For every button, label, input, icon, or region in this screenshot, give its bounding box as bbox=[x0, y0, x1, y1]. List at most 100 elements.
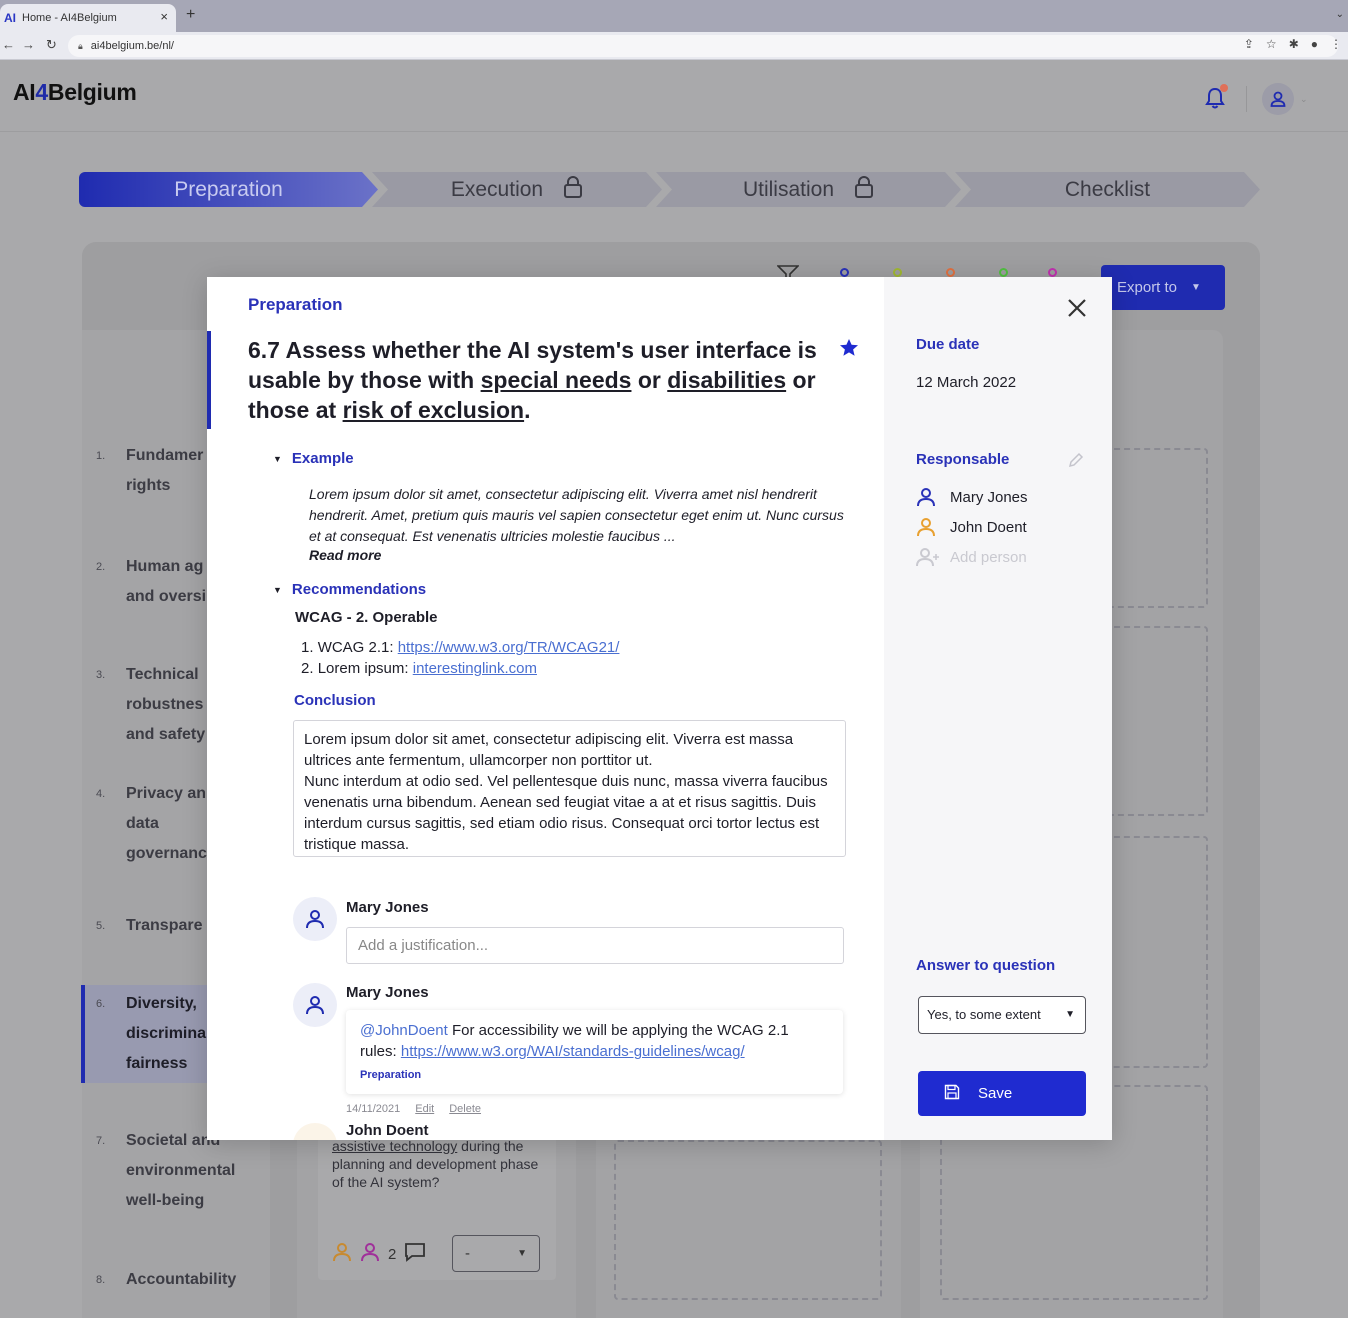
tab-execution[interactable]: Execution bbox=[372, 172, 662, 207]
sidebar-item-diversity[interactable]: 6. Diversity, discrimina fairness bbox=[96, 989, 206, 1079]
sidebar-item-accountability[interactable]: 8. Accountability bbox=[96, 1265, 236, 1295]
sidebar-active-indicator bbox=[81, 985, 85, 1083]
url-text: ai4belgium.be/nl/ bbox=[90, 40, 174, 52]
sidebar-item-human-agency[interactable]: 2. Human ag and oversi bbox=[96, 552, 206, 612]
avatar bbox=[293, 983, 337, 1027]
user-avatar[interactable] bbox=[1262, 83, 1294, 115]
comment-link[interactable]: https://www.w3.org/WAI/standards-guideli… bbox=[401, 1043, 745, 1060]
sidebar-item-fundamental-rights[interactable]: 1. Fundamer rights bbox=[96, 441, 203, 501]
read-more-link[interactable]: Read more bbox=[309, 547, 381, 563]
save-button[interactable]: Save bbox=[918, 1071, 1086, 1116]
comment-date: 14/11/2021 bbox=[346, 1103, 401, 1115]
notifications-bell-icon[interactable] bbox=[1204, 84, 1228, 110]
extensions-icon[interactable]: ✱ bbox=[1289, 37, 1299, 51]
filter-dot-4[interactable] bbox=[999, 268, 1008, 277]
url-field[interactable]: 🔒︎ ai4belgium.be/nl/ bbox=[68, 35, 1338, 57]
empty-drop-zone bbox=[1100, 626, 1208, 816]
chevron-down-icon[interactable]: ⌄ bbox=[1300, 94, 1308, 105]
example-toggle[interactable]: ▼ Example bbox=[273, 450, 354, 467]
comment-author: Mary Jones bbox=[346, 984, 429, 1001]
filter-dot-5[interactable] bbox=[1048, 268, 1057, 277]
stage-tag: Preparation bbox=[360, 1069, 422, 1081]
question-card-answer-select[interactable]: - ▼ bbox=[452, 1235, 540, 1272]
example-text: Lorem ipsum dolor sit amet, consectetur … bbox=[309, 486, 844, 544]
empty-drop-zone bbox=[1100, 836, 1208, 1068]
delete-comment-link[interactable]: Delete bbox=[449, 1103, 481, 1115]
close-icon[interactable] bbox=[1065, 296, 1089, 320]
responsible-person[interactable]: Mary Jones bbox=[916, 486, 1028, 508]
new-tab-button[interactable]: + bbox=[186, 6, 195, 24]
conclusion-field[interactable]: Lorem ipsum dolor sit amet, consectetur … bbox=[293, 720, 846, 857]
glossary-link[interactable]: disabilities bbox=[667, 367, 786, 393]
sidebar-item-privacy[interactable]: 4. Privacy an data governanc bbox=[96, 779, 207, 869]
add-person-button[interactable]: Add person bbox=[916, 546, 1027, 568]
comment-bubble: @JohnDoent For accessibility we will be … bbox=[346, 1010, 843, 1094]
due-date-value[interactable]: 12 March 2022 bbox=[916, 374, 1016, 391]
person-icon bbox=[916, 486, 936, 508]
justification-input[interactable]: Add a justification... bbox=[346, 927, 844, 964]
sidebar-item-transparency[interactable]: 5. Transpare bbox=[96, 911, 202, 941]
glossary-link[interactable]: special needs bbox=[481, 367, 632, 393]
browser-menu-icon[interactable]: ⋮ bbox=[1330, 37, 1342, 51]
question-title: 6.7 Assess whether the AI system's user … bbox=[248, 337, 817, 423]
address-bar: ← → ↻ 🔒︎ ai4belgium.be/nl/ ⇪ ☆ ✱ ● ⋮ bbox=[0, 32, 1348, 60]
bookmark-star-icon[interactable]: ☆ bbox=[1266, 37, 1277, 51]
filter-dot-1[interactable] bbox=[840, 268, 849, 277]
list-item: 2. Lorem ipsum: interestinglink.com bbox=[301, 660, 537, 677]
glossary-link[interactable]: risk of exclusion bbox=[343, 397, 525, 423]
answer-label: Answer to question bbox=[916, 957, 1056, 974]
reload-icon[interactable]: ↻ bbox=[46, 37, 57, 53]
browser-tab[interactable]: AI Home - AI4Belgium × bbox=[0, 4, 176, 32]
comment-count: 2 bbox=[388, 1245, 397, 1263]
comment-author: Mary Jones bbox=[346, 899, 429, 916]
title-accent-bar bbox=[207, 331, 211, 429]
responsible-label: Responsable bbox=[916, 451, 1010, 468]
notification-dot bbox=[1220, 84, 1228, 92]
forward-icon[interactable]: → bbox=[22, 37, 35, 52]
question-card-meta: 2 bbox=[332, 1241, 426, 1267]
share-icon[interactable]: ⇪ bbox=[1244, 37, 1254, 51]
app-logo[interactable]: AI4Belgium bbox=[13, 79, 137, 106]
caret-down-icon: ▼ bbox=[1191, 282, 1201, 293]
person-purple-icon bbox=[360, 1241, 380, 1267]
question-modal-main: Preparation 6.7 Assess whether the AI sy… bbox=[207, 277, 884, 1140]
edit-pencil-icon[interactable] bbox=[1067, 451, 1085, 474]
close-tab-icon[interactable]: × bbox=[160, 9, 168, 24]
tab-preparation[interactable]: Preparation bbox=[79, 172, 378, 207]
lock-icon: 🔒︎ bbox=[78, 40, 83, 51]
avatar bbox=[293, 897, 337, 941]
tab-list-chevron-icon[interactable]: ⌄ bbox=[1336, 9, 1344, 20]
answer-select[interactable]: Yes, to some extent ▼ bbox=[918, 996, 1086, 1034]
browser-tab-title: Home - AI4Belgium bbox=[22, 12, 117, 24]
sidebar-item-technical-robustness[interactable]: 3. Technical robustnes and safety bbox=[96, 660, 205, 750]
collapse-triangle-icon: ▼ bbox=[273, 453, 282, 464]
filter-dot-2[interactable] bbox=[893, 268, 902, 277]
add-person-icon bbox=[916, 546, 939, 568]
wcag-heading: WCAG - 2. Operable bbox=[295, 609, 438, 626]
recommendations-list: 1. WCAG 2.1: https://www.w3.org/TR/WCAG2… bbox=[301, 637, 619, 679]
profile-icon[interactable]: ● bbox=[1311, 37, 1318, 51]
user-mention[interactable]: @JohnDoent bbox=[360, 1022, 448, 1039]
save-disk-icon bbox=[944, 1084, 960, 1104]
tab-checklist[interactable]: Checklist bbox=[955, 172, 1260, 207]
recommendation-link[interactable]: interestinglink.com bbox=[413, 660, 537, 677]
lock-icon bbox=[854, 176, 874, 204]
back-icon[interactable]: ← bbox=[2, 37, 15, 52]
favorite-star-icon[interactable] bbox=[839, 338, 859, 362]
collapse-triangle-icon: ▼ bbox=[273, 584, 282, 595]
edit-comment-link[interactable]: Edit bbox=[415, 1103, 434, 1115]
filter-dot-3[interactable] bbox=[946, 268, 955, 277]
conclusion-heading: Conclusion bbox=[294, 692, 376, 709]
header-divider bbox=[1246, 86, 1247, 112]
tab-utilisation[interactable]: Utilisation bbox=[656, 172, 961, 207]
recommendation-link[interactable]: https://www.w3.org/TR/WCAG21/ bbox=[398, 639, 620, 656]
recommendations-toggle[interactable]: ▼ Recommendations bbox=[273, 581, 426, 598]
question-card-text: assistive technology during the planning… bbox=[332, 1138, 539, 1190]
responsible-person[interactable]: John Doent bbox=[916, 516, 1027, 538]
export-button[interactable]: Export to ▼ bbox=[1101, 265, 1225, 310]
empty-drop-zone bbox=[614, 1140, 882, 1300]
comment-icon[interactable] bbox=[404, 1242, 426, 1266]
caret-down-icon: ▼ bbox=[517, 1248, 527, 1259]
browser-actions: ⇪ ☆ ✱ ● ⋮ bbox=[1244, 37, 1342, 51]
person-orange-icon bbox=[332, 1241, 352, 1267]
